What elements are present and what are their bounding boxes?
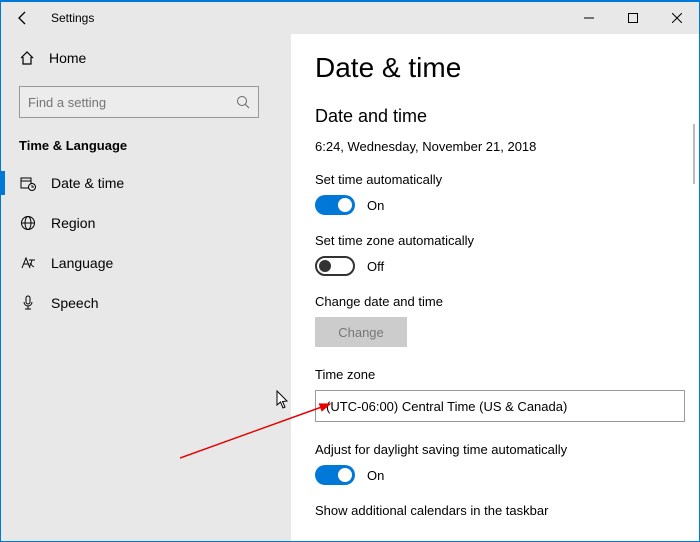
back-button[interactable] — [1, 2, 45, 34]
change-dt-label: Change date and time — [315, 294, 699, 309]
minimize-button[interactable] — [567, 2, 611, 34]
search-input[interactable] — [28, 95, 236, 110]
nav-language[interactable]: Language — [1, 243, 291, 283]
search-icon — [236, 95, 250, 109]
subheader: Date and time — [315, 106, 699, 127]
nav-label: Region — [51, 215, 95, 231]
dst-label: Adjust for daylight saving time automati… — [315, 442, 699, 457]
change-button: Change — [315, 317, 407, 347]
calendars-label: Show additional calendars in the taskbar — [315, 503, 699, 518]
nav-speech[interactable]: Speech — [1, 283, 291, 323]
main-content: Date & time Date and time 6:24, Wednesda… — [291, 34, 699, 541]
timezone-value: (UTC-06:00) Central Time (US & Canada) — [326, 399, 567, 414]
set-time-auto-state: On — [367, 198, 384, 213]
sidebar: Home Time & Language Date & time — [1, 34, 291, 541]
scrollbar[interactable] — [693, 124, 695, 184]
nav-label: Speech — [51, 295, 98, 311]
titlebar: Settings — [1, 2, 699, 34]
microphone-icon — [19, 295, 37, 311]
nav-date-time[interactable]: Date & time — [1, 163, 291, 203]
nav-region[interactable]: Region — [1, 203, 291, 243]
dst-state: On — [367, 468, 384, 483]
window-controls — [567, 2, 699, 34]
set-tz-auto-state: Off — [367, 259, 384, 274]
close-button[interactable] — [655, 2, 699, 34]
home-label: Home — [49, 50, 86, 66]
home-icon — [19, 50, 35, 66]
language-icon — [19, 255, 37, 271]
globe-icon — [19, 215, 37, 231]
timezone-select[interactable]: (UTC-06:00) Central Time (US & Canada) — [315, 390, 685, 422]
dst-toggle[interactable] — [315, 465, 355, 485]
search-container — [19, 86, 273, 118]
section-header: Time & Language — [1, 132, 291, 163]
set-time-auto-toggle[interactable] — [315, 195, 355, 215]
current-datetime: 6:24, Wednesday, November 21, 2018 — [315, 139, 699, 154]
set-time-auto-row: On — [315, 195, 699, 215]
maximize-button[interactable] — [611, 2, 655, 34]
settings-window: Settings Home — [0, 0, 700, 542]
tz-label: Time zone — [315, 367, 699, 382]
page-title: Date & time — [315, 52, 699, 84]
set-tz-auto-label: Set time zone automatically — [315, 233, 699, 248]
nav-label: Language — [51, 255, 113, 271]
home-nav[interactable]: Home — [1, 40, 291, 76]
app-title: Settings — [51, 11, 94, 25]
set-time-auto-label: Set time automatically — [315, 172, 699, 187]
set-tz-auto-toggle[interactable] — [315, 256, 355, 276]
body: Home Time & Language Date & time — [1, 34, 699, 541]
calendar-clock-icon — [19, 175, 37, 191]
dst-row: On — [315, 465, 699, 485]
nav-label: Date & time — [51, 175, 124, 191]
search-box[interactable] — [19, 86, 259, 118]
set-tz-auto-row: Off — [315, 256, 699, 276]
